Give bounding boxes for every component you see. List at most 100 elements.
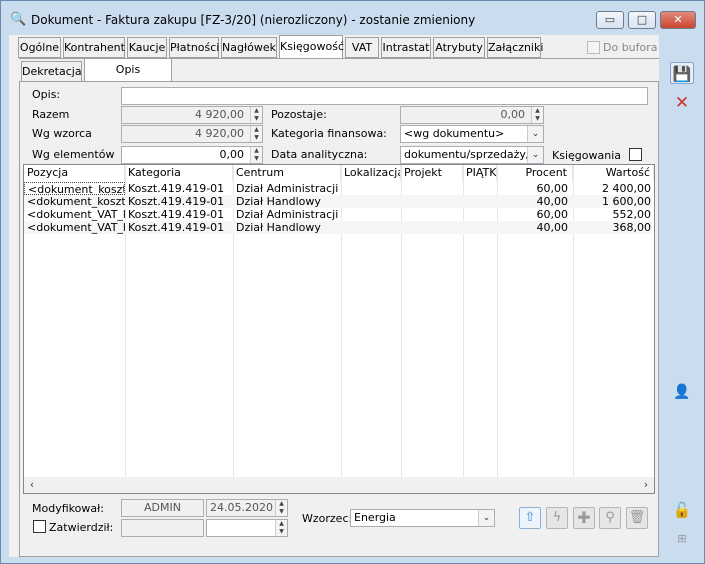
- cell-wartosc[interactable]: 2 400,00: [573, 182, 654, 195]
- cell-centrum[interactable]: Dział Administracji: [233, 208, 341, 221]
- tab-kaucje[interactable]: Kaucje: [127, 37, 167, 58]
- analytics-table[interactable]: Pozycja Kategoria Centrum Lokalizacja Pr…: [23, 164, 655, 494]
- wg-wzorca-value: 4 920,00: [195, 127, 244, 140]
- cell-pozycja[interactable]: <dokument_VAT_koszty>: [24, 221, 125, 234]
- cell-kategoria[interactable]: Koszt.419.419-01: [125, 208, 233, 221]
- tab-platnosci[interactable]: Płatności: [169, 37, 219, 58]
- chevron-down-icon[interactable]: ⌄: [527, 147, 543, 163]
- search-document-icon: 🔍: [10, 12, 27, 27]
- kategoria-finansowa-value: <wg dokumentu>: [404, 127, 505, 140]
- add-button[interactable]: ✚: [573, 507, 595, 529]
- opis-input[interactable]: [121, 87, 648, 105]
- zatwierdzil-user-field: [121, 519, 204, 537]
- cell-kategoria[interactable]: Koszt.419.419-01: [125, 195, 233, 208]
- wzorzec-select[interactable]: Energia ⌄: [350, 509, 495, 527]
- wg-elementow-spin-icon[interactable]: ▲ ▼: [250, 147, 262, 163]
- lock-button[interactable]: 🔓: [670, 499, 694, 521]
- table-row[interactable]: <dokument_VAT_koszty> Koszt.419.419-01 D…: [24, 208, 652, 221]
- wg-elementow-field[interactable]: 0,00 ▲ ▼: [121, 146, 263, 164]
- table-row[interactable]: <dokument_koszty> Koszt.419.419-01 Dział…: [24, 182, 652, 195]
- zatwierdzil-date-field[interactable]: ▲ ▼: [206, 519, 288, 537]
- user-icon: 👤: [673, 384, 691, 400]
- cell-centrum[interactable]: Dział Handlowy: [233, 221, 341, 234]
- pin-icon: ⊞: [677, 532, 687, 545]
- cell-pozycja[interactable]: <dokument_koszty>: [24, 182, 125, 195]
- tab-ogolne[interactable]: Ogólne: [18, 37, 61, 58]
- import-icon: ⇧: [524, 510, 536, 525]
- wzorzec-value: Energia: [354, 511, 396, 524]
- wg-elementow-label: Wg elementów: [32, 148, 115, 161]
- close-button[interactable]: ✕: [660, 11, 696, 29]
- modyfikowal-date-spin-icon: ▲ ▼: [275, 500, 287, 516]
- document-window: 🔍 Dokument - Faktura zakupu [FZ-3/20] (n…: [0, 0, 705, 564]
- pin-button[interactable]: ⊞: [670, 528, 694, 550]
- pozostaje-spin-icon: ▲ ▼: [531, 107, 543, 123]
- apply-template-button[interactable]: ⇧: [519, 507, 541, 529]
- table-row[interactable]: <dokument_VAT_koszty> Koszt.419.419-01 D…: [24, 221, 652, 234]
- pozostaje-value: 0,00: [500, 108, 526, 121]
- cell-centrum[interactable]: Dział Administracji: [233, 182, 341, 195]
- save-button[interactable]: 💾: [670, 62, 694, 84]
- wg-wzorca-spin-icon: ▲ ▼: [250, 126, 262, 142]
- column-header-pozycja[interactable]: Pozycja: [24, 165, 125, 181]
- cell-centrum[interactable]: Dział Handlowy: [233, 195, 341, 208]
- cell-wartosc[interactable]: 552,00: [573, 208, 654, 221]
- ksiegowania-label: Księgowania: [552, 149, 621, 162]
- tab-atrybuty[interactable]: Atrybuty: [433, 37, 485, 58]
- column-header-lokalizacja[interactable]: Lokalizacja: [341, 165, 401, 181]
- cell-pozycja[interactable]: <dokument_VAT_koszty>: [24, 208, 125, 221]
- cell-wartosc[interactable]: 368,00: [573, 221, 654, 234]
- do-bufora-checkbox[interactable]: [587, 41, 600, 54]
- delete-button[interactable]: 🗑: [626, 507, 648, 529]
- tab-kontrahent[interactable]: Kontrahent: [63, 37, 125, 58]
- zatwierdzil-checkbox[interactable]: [33, 520, 46, 533]
- zatwierdzil-label: Zatwierdził:: [49, 521, 114, 534]
- cancel-button[interactable]: ✕: [670, 92, 694, 114]
- tab-naglowek[interactable]: Nagłówek: [221, 37, 277, 58]
- table-row[interactable]: <dokument_koszty> Koszt.419.419-01 Dział…: [24, 195, 652, 208]
- column-header-kategoria[interactable]: Kategoria: [125, 165, 233, 181]
- column-header-wartosc[interactable]: Wartość: [573, 165, 654, 181]
- subtab-opis-analityczny[interactable]: Opis analityczny: [84, 58, 172, 98]
- maximize-button[interactable]: □: [628, 11, 656, 29]
- ksiegowania-checkbox[interactable]: [629, 148, 642, 161]
- chevron-down-icon[interactable]: ⌄: [478, 510, 494, 526]
- view-button[interactable]: ⚲: [599, 507, 621, 529]
- horizontal-scrollbar[interactable]: ‹ ›: [24, 477, 654, 493]
- scroll-left-icon[interactable]: ‹: [24, 477, 40, 493]
- cell-procent[interactable]: 60,00: [497, 208, 573, 221]
- plus-icon: ✚: [577, 508, 591, 527]
- do-bufora-label: Do bufora: [603, 41, 658, 54]
- cell-kategoria[interactable]: Koszt.419.419-01: [125, 182, 233, 195]
- user-button[interactable]: 👤: [670, 381, 694, 403]
- cell-kategoria[interactable]: Koszt.419.419-01: [125, 221, 233, 234]
- column-header-centrum[interactable]: Centrum: [233, 165, 341, 181]
- cell-procent[interactable]: 40,00: [497, 195, 573, 208]
- wzorzec-label: Wzorzec:: [302, 512, 353, 525]
- subtab-dekretacja[interactable]: Dekretacja: [21, 61, 82, 82]
- minimize-button[interactable]: ▭: [596, 11, 624, 29]
- data-analityczna-value: dokumentu/sprzedaży/za: [404, 148, 543, 161]
- column-header-projekt[interactable]: Projekt: [401, 165, 463, 181]
- cell-pozycja[interactable]: <dokument_koszty>: [24, 195, 125, 208]
- trash-icon: 🗑: [628, 510, 646, 525]
- cell-procent[interactable]: 40,00: [497, 221, 573, 234]
- data-analityczna-select[interactable]: dokumentu/sprzedaży/za ⌄: [400, 146, 544, 164]
- tab-intrastat[interactable]: Intrastat: [381, 37, 431, 58]
- tab-vat[interactable]: VAT: [345, 37, 379, 58]
- chevron-down-icon[interactable]: ⌄: [527, 126, 543, 142]
- column-header-procent[interactable]: Procent: [497, 165, 573, 181]
- razem-value: 4 920,00: [195, 108, 244, 121]
- column-header-piatk[interactable]: PIĄTK: [463, 165, 497, 181]
- cell-procent[interactable]: 60,00: [497, 182, 573, 195]
- tab-ksiegowosc[interactable]: Księgowość: [279, 35, 344, 58]
- cell-wartosc[interactable]: 1 600,00: [573, 195, 654, 208]
- generate-button[interactable]: ϟ: [546, 507, 568, 529]
- scroll-right-icon[interactable]: ›: [638, 477, 654, 493]
- kategoria-finansowa-select[interactable]: <wg dokumentu> ⌄: [400, 125, 544, 143]
- zatwierdzil-date-spin-icon[interactable]: ▲ ▼: [275, 520, 287, 536]
- kategoria-finansowa-label: Kategoria finansowa:: [271, 127, 387, 140]
- modyfikowal-user-field: ADMIN: [121, 499, 204, 517]
- close-icon: ✕: [674, 93, 690, 113]
- tab-zalaczniki[interactable]: Załączniki: [487, 37, 543, 58]
